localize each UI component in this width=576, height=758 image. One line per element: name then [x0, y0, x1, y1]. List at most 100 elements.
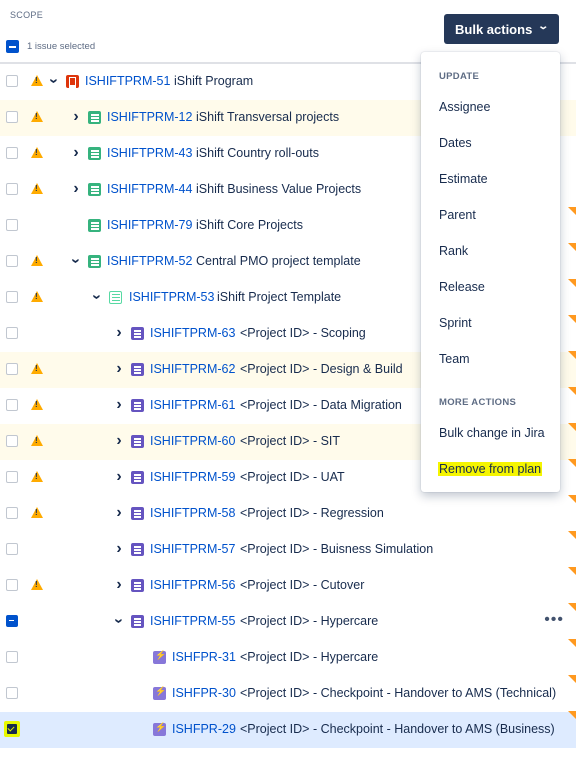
row-checkbox[interactable] [6, 651, 18, 663]
program-issue-type-icon [88, 219, 101, 232]
row-checkbox[interactable] [6, 615, 18, 627]
row-checkbox[interactable] [6, 147, 18, 159]
expand-chevron-icon[interactable] [114, 506, 124, 520]
expand-chevron-icon[interactable] [71, 110, 81, 124]
row-checkbox[interactable] [6, 327, 18, 339]
expand-chevron-icon[interactable] [114, 578, 124, 592]
menu-item-sprint[interactable]: Sprint [439, 316, 472, 330]
expand-chevron-icon[interactable] [114, 362, 124, 376]
issue-key-link[interactable]: ISHIFTPRM-79 [107, 218, 192, 232]
table-row[interactable]: ISHFPR-29 <Project ID> - Checkpoint - Han… [0, 711, 576, 748]
issue-key-link[interactable]: ISHIFTPRM-12 [107, 110, 192, 124]
more-actions-icon[interactable]: ••• [544, 611, 564, 629]
task-issue-type-icon [153, 686, 166, 700]
warning-icon[interactable] [31, 471, 43, 482]
row-checkbox[interactable] [6, 435, 18, 447]
menu-item-remove-from-plan[interactable]: Remove from plan [438, 462, 543, 476]
menu-item-dates[interactable]: Dates [439, 136, 472, 150]
issue-key-link[interactable]: ISHIFTPRM-55 [150, 614, 235, 628]
row-checkbox[interactable] [6, 687, 18, 699]
menu-item-team[interactable]: Team [439, 352, 470, 366]
issue-key-link[interactable]: ISHIFTPRM-53 [129, 290, 214, 304]
table-row[interactable]: ISHIFTPRM-57 <Project ID> - Buisness Simu… [0, 531, 576, 568]
initiative-issue-type-icon [66, 75, 79, 88]
menu-group-more-actions: MORE ACTIONS [439, 397, 517, 408]
warning-icon[interactable] [31, 435, 43, 446]
expand-chevron-icon[interactable] [114, 326, 124, 340]
collapse-chevron-icon[interactable] [49, 74, 59, 88]
issue-key-link[interactable]: ISHIFTPRM-52 [107, 254, 192, 268]
menu-item-estimate[interactable]: Estimate [439, 172, 488, 186]
row-checkbox[interactable] [6, 111, 18, 123]
issue-key-link[interactable]: ISHIFTPRM-44 [107, 182, 192, 196]
flag-marker-icon [568, 675, 576, 683]
collapse-chevron-icon[interactable] [71, 254, 81, 268]
collapse-chevron-icon[interactable] [92, 290, 102, 304]
row-checkbox[interactable] [6, 579, 18, 591]
warning-icon[interactable] [31, 363, 43, 374]
row-checkbox[interactable] [6, 183, 18, 195]
issue-key-link[interactable]: ISHIFTPRM-63 [150, 326, 235, 340]
row-checkbox[interactable] [6, 363, 18, 375]
menu-item-bulk-change[interactable]: Bulk change in Jira [439, 426, 545, 440]
expand-chevron-icon[interactable] [114, 434, 124, 448]
epic-issue-type-icon [131, 399, 144, 412]
row-checkbox[interactable] [6, 291, 18, 303]
program-issue-type-icon [88, 147, 101, 160]
issue-key-link[interactable]: ISHFPR-30 [172, 686, 236, 700]
expand-chevron-icon[interactable] [71, 146, 81, 160]
warning-icon[interactable] [31, 579, 43, 590]
issue-key-link[interactable]: ISHIFTPRM-61 [150, 398, 235, 412]
bulk-actions-button[interactable]: Bulk actions ⌄ [444, 14, 559, 44]
row-checkbox[interactable] [6, 75, 18, 87]
issue-key-link[interactable]: ISHFPR-29 [172, 722, 236, 736]
issue-summary: iShift Program [174, 74, 254, 88]
expand-chevron-icon[interactable] [114, 470, 124, 484]
row-checkbox[interactable] [4, 721, 20, 737]
flag-marker-icon [568, 711, 576, 719]
issue-key-link[interactable]: ISHIFTPRM-62 [150, 362, 235, 376]
collapse-chevron-icon[interactable] [114, 614, 124, 628]
warning-icon[interactable] [31, 111, 43, 122]
menu-item-rank[interactable]: Rank [439, 244, 468, 258]
issue-summary: <Project ID> - Hypercare [240, 614, 379, 628]
menu-item-release[interactable]: Release [439, 280, 485, 294]
warning-icon[interactable] [31, 183, 43, 194]
table-row[interactable]: ISHIFTPRM-58 <Project ID> - Regression [0, 495, 576, 532]
issue-key-link[interactable]: ISHIFTPRM-59 [150, 470, 235, 484]
issue-key-link[interactable]: ISHIFTPRM-60 [150, 434, 235, 448]
warning-icon[interactable] [31, 75, 43, 86]
expand-chevron-icon[interactable] [71, 182, 81, 196]
menu-item-parent[interactable]: Parent [439, 208, 476, 222]
select-all-checkbox[interactable] [6, 40, 19, 53]
issue-summary: <Project ID> - Checkpoint - Handover to … [240, 686, 557, 700]
warning-icon[interactable] [31, 255, 43, 266]
warning-icon[interactable] [31, 399, 43, 410]
row-checkbox[interactable] [6, 471, 18, 483]
issue-key-link[interactable]: ISHIFTPRM-43 [107, 146, 192, 160]
warning-icon[interactable] [31, 507, 43, 518]
row-checkbox[interactable] [6, 399, 18, 411]
expand-chevron-icon[interactable] [114, 398, 124, 412]
warning-icon[interactable] [31, 147, 43, 158]
issue-key-link[interactable]: ISHIFTPRM-56 [150, 578, 235, 592]
flag-marker-icon [568, 495, 576, 503]
row-checkbox[interactable] [6, 543, 18, 555]
warning-icon[interactable] [31, 291, 43, 302]
issue-summary: <Project ID> - Design & Build [240, 362, 403, 376]
table-row[interactable]: ISHIFTPRM-55 <Project ID> - Hypercare ••• [0, 603, 576, 640]
expand-chevron-icon[interactable] [114, 542, 124, 556]
row-checkbox[interactable] [6, 219, 18, 231]
issue-key-link[interactable]: ISHIFTPRM-58 [150, 506, 235, 520]
row-checkbox[interactable] [6, 507, 18, 519]
issue-key-link[interactable]: ISHIFTPRM-57 [150, 542, 235, 556]
menu-item-assignee[interactable]: Assignee [439, 100, 490, 114]
program-issue-type-icon [88, 255, 101, 268]
issue-key-link[interactable]: ISHFPR-31 [172, 650, 236, 664]
task-issue-type-icon [153, 650, 166, 664]
row-checkbox[interactable] [6, 255, 18, 267]
table-row[interactable]: ISHIFTPRM-56 <Project ID> - Cutover [0, 567, 576, 604]
table-row[interactable]: ISHFPR-31 <Project ID> - Hypercare [0, 639, 576, 676]
issue-key-link[interactable]: ISHIFTPRM-51 [85, 74, 170, 88]
table-row[interactable]: ISHFPR-30 <Project ID> - Checkpoint - Han… [0, 675, 576, 712]
